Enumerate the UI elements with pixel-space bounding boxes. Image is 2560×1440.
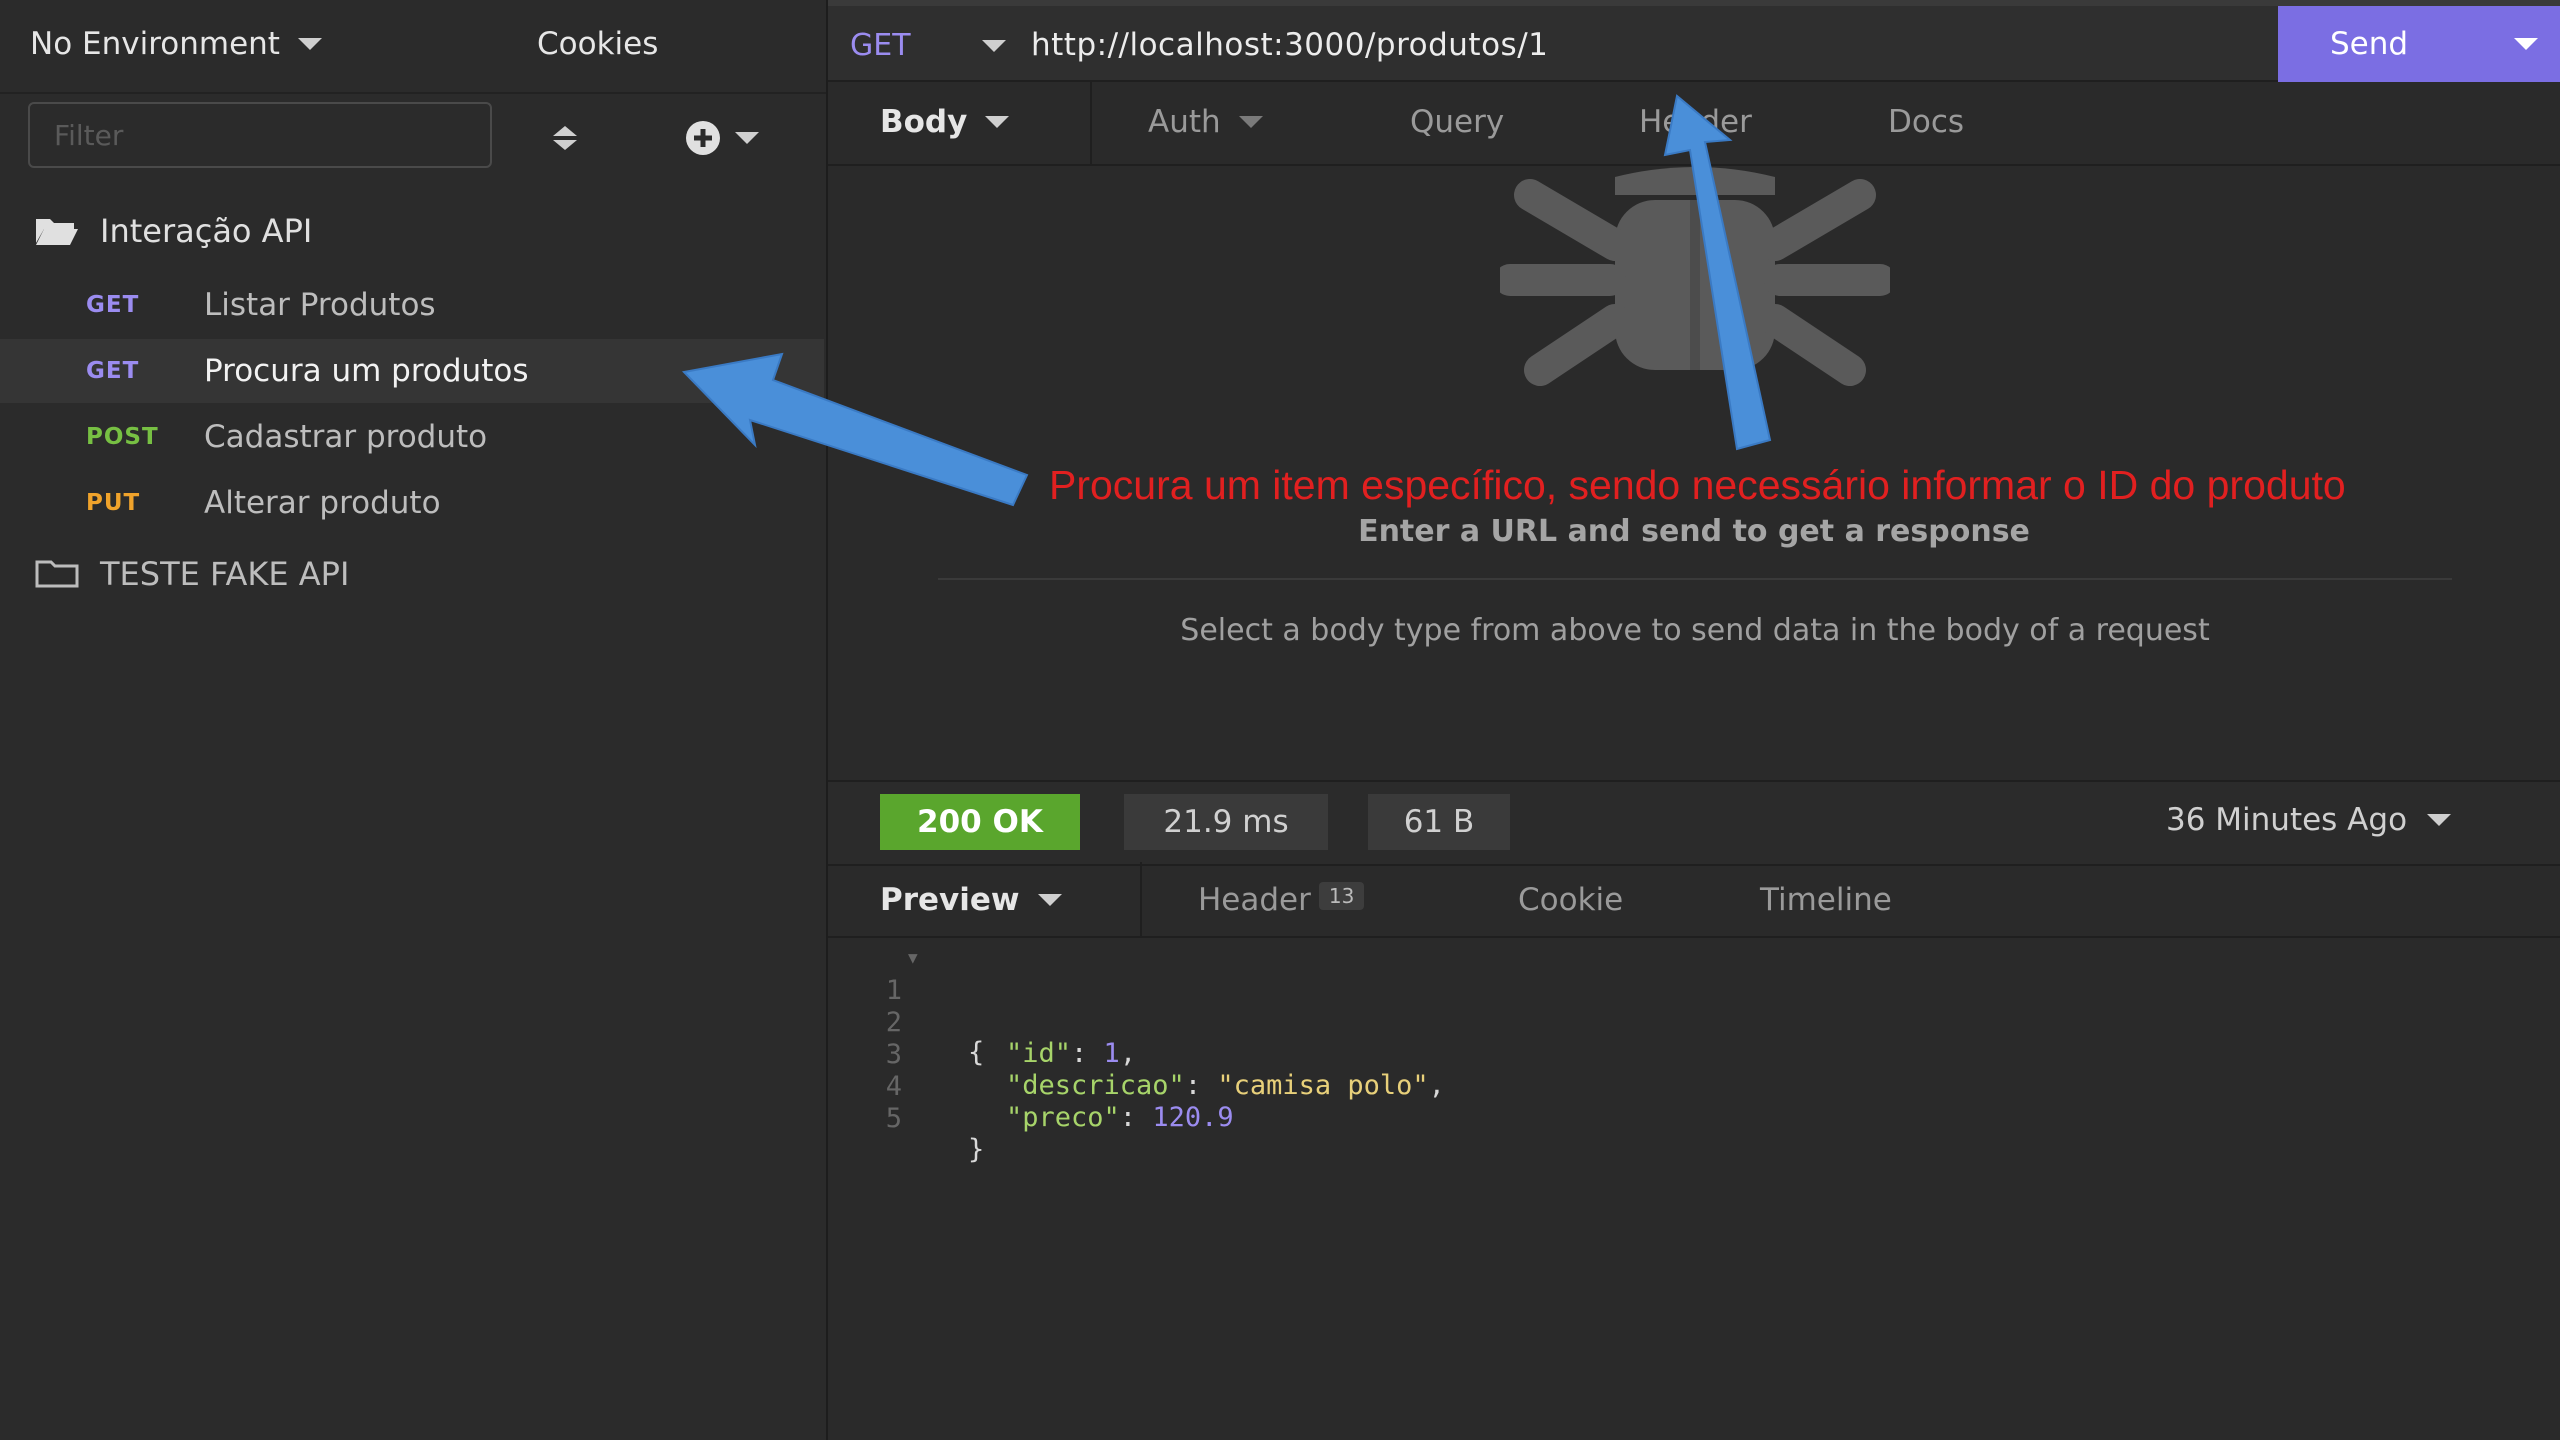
- request-name: Listar Produtos: [204, 287, 436, 323]
- method-selector[interactable]: GET: [850, 28, 911, 63]
- tab-auth[interactable]: Auth: [1148, 104, 1263, 140]
- history-selector[interactable]: 36 Minutes Ago: [2166, 802, 2452, 838]
- tab-body[interactable]: Body: [880, 104, 1010, 140]
- folder-label: Interação API: [100, 212, 313, 250]
- response-tabs: Preview Header 13 Cookie Timeline: [828, 862, 2560, 938]
- chevron-down-icon: [1238, 116, 1263, 128]
- chevron-down-icon[interactable]: [982, 40, 1006, 52]
- request-item-alterar-produto[interactable]: PUT Alterar produto: [0, 471, 824, 535]
- response-size: 61 B: [1368, 794, 1510, 850]
- tab-label: Preview: [880, 882, 1020, 918]
- tab-cookie[interactable]: Cookie: [1518, 882, 1623, 918]
- json-brace: }: [968, 1134, 985, 1165]
- status-badge: 200 OK: [880, 794, 1080, 850]
- code-line: 4 "preco": 120.9: [828, 1040, 1234, 1133]
- url-bar: GET http://localhost:3000/produtos/1 Sen…: [828, 0, 2560, 82]
- filter-input[interactable]: [28, 102, 492, 168]
- sidebar-header: No Environment Cookies: [0, 0, 826, 94]
- tab-divider: [1140, 862, 1142, 936]
- empty-state-title: Enter a URL and send to get a response: [1358, 514, 2030, 549]
- folder-open-icon: [36, 219, 78, 245]
- empty-state-body: Select a body type from above to send da…: [1180, 613, 2210, 648]
- folder-label: TESTE FAKE API: [100, 555, 350, 593]
- tab-label: Body: [880, 104, 968, 140]
- request-item-cadastrar-produto[interactable]: POST Cadastrar produto: [0, 405, 824, 469]
- cookies-button[interactable]: Cookies: [537, 26, 658, 62]
- annotation-text: Procura um item específico, sendo necess…: [1049, 462, 2346, 508]
- tab-timeline[interactable]: Timeline: [1760, 882, 1892, 918]
- header-count-badge: 13: [1318, 882, 1365, 910]
- folder-teste-fake-api[interactable]: TESTE FAKE API: [34, 555, 349, 593]
- json-value: 1: [1103, 1038, 1120, 1069]
- tab-response-header[interactable]: Header 13: [1198, 882, 1365, 918]
- json-key: "id": [1006, 1038, 1072, 1069]
- sidebar: No Environment Cookies Interação API GET…: [0, 0, 828, 1440]
- chevron-down-icon: [1037, 894, 1062, 906]
- code-line: 2 "id": 1,: [828, 976, 1136, 1069]
- method-badge: PUT: [86, 490, 141, 516]
- tab-header[interactable]: Header: [1639, 104, 1752, 140]
- send-button[interactable]: Send: [2278, 6, 2560, 82]
- request-name: Cadastrar produto: [204, 419, 488, 455]
- send-label: Send: [2330, 26, 2409, 62]
- line-number: 5: [885, 1103, 902, 1134]
- folder-icon: [35, 560, 79, 588]
- json-value: "camisa polo": [1217, 1070, 1429, 1101]
- json-brace: {: [968, 1037, 985, 1068]
- method-badge: GET: [86, 358, 140, 384]
- environment-selector[interactable]: No Environment: [30, 26, 322, 62]
- tab-label: Header: [1198, 882, 1311, 918]
- plus-circle-icon: [686, 121, 720, 155]
- sort-icon[interactable]: [549, 122, 581, 154]
- request-name: Procura um produtos: [204, 353, 529, 389]
- json-key: "descricao": [1006, 1070, 1185, 1101]
- request-tabs: Body Auth Query Header Docs: [828, 82, 2560, 166]
- chevron-down-icon: [985, 116, 1010, 128]
- environment-label: No Environment: [30, 26, 280, 62]
- request-name: Alterar produto: [204, 485, 441, 521]
- tab-label: Auth: [1148, 104, 1221, 140]
- time-ago-label: 36 Minutes Ago: [2166, 802, 2408, 838]
- chevron-down-icon: [2427, 814, 2452, 826]
- method-badge: POST: [86, 424, 159, 450]
- divider: [938, 578, 2452, 580]
- request-item-listar-produtos[interactable]: GET Listar Produtos: [0, 273, 824, 337]
- tab-preview[interactable]: Preview: [880, 882, 1062, 918]
- json-value: 120.9: [1152, 1102, 1234, 1133]
- code-line: 3 "descricao": "camisa polo",: [828, 1008, 1445, 1101]
- tab-divider: [1090, 82, 1092, 164]
- json-key: "preco": [1006, 1102, 1120, 1133]
- bug-icon: [1500, 167, 1890, 386]
- response-time: 21.9 ms: [1124, 794, 1328, 850]
- fold-toggle-icon[interactable]: ▼: [908, 948, 918, 967]
- method-badge: GET: [86, 292, 140, 318]
- url-input[interactable]: http://localhost:3000/produtos/1: [1031, 27, 1548, 63]
- chevron-down-icon: [297, 38, 322, 50]
- request-item-procura-produto[interactable]: GET Procura um produtos: [0, 339, 824, 403]
- chevron-down-icon[interactable]: [2514, 38, 2538, 50]
- folder-interacao-api[interactable]: Interação API: [34, 212, 312, 250]
- tab-query[interactable]: Query: [1410, 104, 1504, 140]
- tab-docs[interactable]: Docs: [1888, 104, 1964, 140]
- response-bar: 200 OK 21.9 ms 61 B 36 Minutes Ago: [828, 780, 2560, 866]
- code-line: 1 ▼ {: [828, 944, 985, 1068]
- code-line: 5 }: [828, 1072, 985, 1165]
- chevron-down-icon: [735, 132, 759, 144]
- add-button[interactable]: [685, 120, 759, 156]
